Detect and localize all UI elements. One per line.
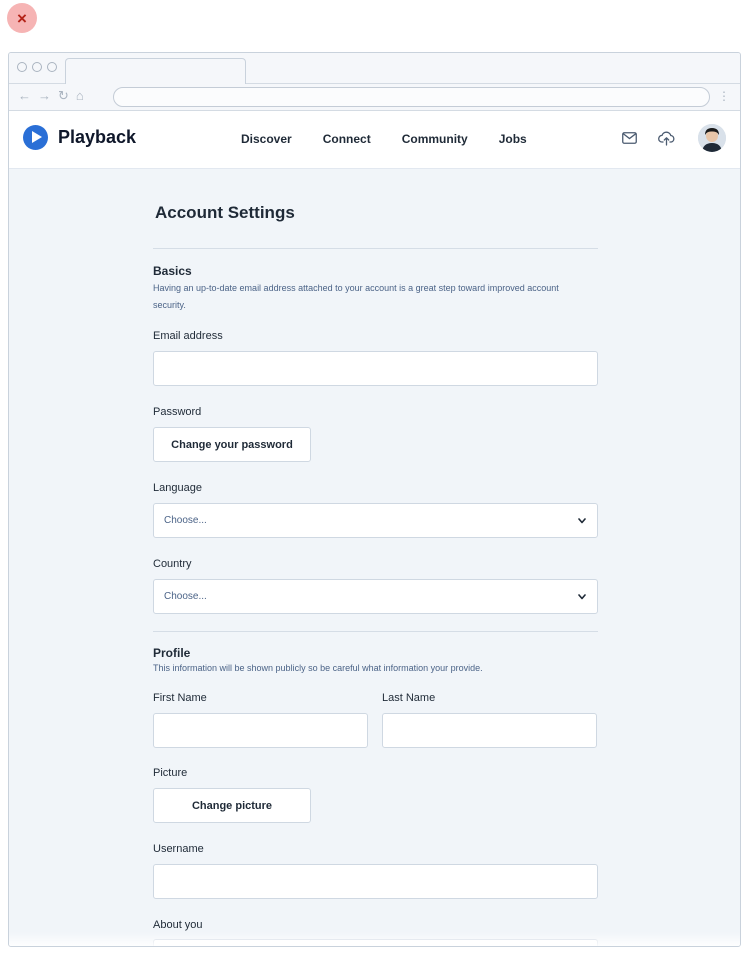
basics-section: Basics Having an up-to-date email addres… xyxy=(153,264,598,614)
last-name-group: Last Name xyxy=(382,692,597,748)
window-controls xyxy=(17,62,57,72)
forward-arrow-icon[interactable]: → xyxy=(38,88,51,104)
browser-chrome: ← → ↻ ⌂ ⋮ xyxy=(9,53,740,111)
header-actions xyxy=(620,124,726,152)
nav-community[interactable]: Community xyxy=(402,132,468,146)
section-description-profile: This information will be shown publicly … xyxy=(153,663,483,673)
brand-name: Playback xyxy=(58,127,137,147)
window-maximize-dot[interactable] xyxy=(47,62,57,72)
play-logo-icon xyxy=(23,125,48,150)
first-name-label: First Name xyxy=(153,692,207,704)
divider xyxy=(153,631,598,632)
profile-section: Profile This information will be shown p… xyxy=(153,646,598,946)
window-close-dot[interactable] xyxy=(17,62,27,72)
reload-icon[interactable]: ↻ xyxy=(58,88,69,104)
chevron-down-icon xyxy=(577,592,587,602)
language-label: Language xyxy=(153,482,202,494)
language-select[interactable]: Choose... xyxy=(153,503,598,538)
scroll-fade xyxy=(9,932,740,946)
close-button[interactable]: × xyxy=(7,3,37,33)
upload-cloud-icon[interactable] xyxy=(657,129,675,147)
nav-jobs[interactable]: Jobs xyxy=(499,132,527,146)
first-name-group: First Name xyxy=(153,692,368,748)
last-name-field[interactable] xyxy=(382,713,597,748)
language-select-value: Choose... xyxy=(164,515,207,526)
window-minimize-dot[interactable] xyxy=(32,62,42,72)
browser-tab[interactable] xyxy=(65,58,246,84)
section-title-profile: Profile xyxy=(153,646,191,660)
picture-label: Picture xyxy=(153,767,188,779)
username-label: Username xyxy=(153,843,204,855)
country-label: Country xyxy=(153,558,192,570)
browser-nav-icons: ← → ↻ ⌂ xyxy=(18,88,84,104)
app-header: Playback Discover Connect Community Jobs xyxy=(9,111,740,169)
country-select[interactable]: Choose... xyxy=(153,579,598,614)
page-title: Account Settings xyxy=(155,203,295,222)
change-picture-button[interactable]: Change picture xyxy=(153,788,311,823)
browser-window: ← → ↻ ⌂ ⋮ Playback Discover Connect Comm… xyxy=(8,52,741,947)
divider xyxy=(153,248,598,249)
country-select-value: Choose... xyxy=(164,591,207,602)
change-password-button[interactable]: Change your password xyxy=(153,427,311,462)
name-row: First Name Last Name xyxy=(153,692,598,748)
mail-icon[interactable] xyxy=(620,129,638,147)
last-name-label: Last Name xyxy=(382,692,436,704)
back-arrow-icon[interactable]: ← xyxy=(18,88,31,104)
nav-discover[interactable]: Discover xyxy=(241,132,292,146)
first-name-field[interactable] xyxy=(153,713,368,748)
nav-connect[interactable]: Connect xyxy=(323,132,371,146)
password-label: Password xyxy=(153,406,202,418)
username-field[interactable] xyxy=(153,864,598,899)
section-title-basics: Basics xyxy=(153,264,192,278)
chevron-down-icon xyxy=(577,516,587,526)
close-icon: × xyxy=(17,8,27,28)
settings-content: Account Settings Basics Having an up-to-… xyxy=(153,203,598,946)
section-description-basics: Having an up-to-date email address attac… xyxy=(153,283,559,310)
main-nav: Discover Connect Community Jobs xyxy=(241,132,527,146)
browser-menu-icon[interactable]: ⋮ xyxy=(718,90,730,102)
email-field[interactable] xyxy=(153,351,598,386)
address-bar[interactable] xyxy=(113,87,710,107)
home-icon[interactable]: ⌂ xyxy=(76,88,84,104)
brand[interactable]: Playback xyxy=(23,125,136,150)
avatar[interactable] xyxy=(698,124,726,152)
about-label: About you xyxy=(153,919,203,931)
email-label: Email address xyxy=(153,330,223,342)
